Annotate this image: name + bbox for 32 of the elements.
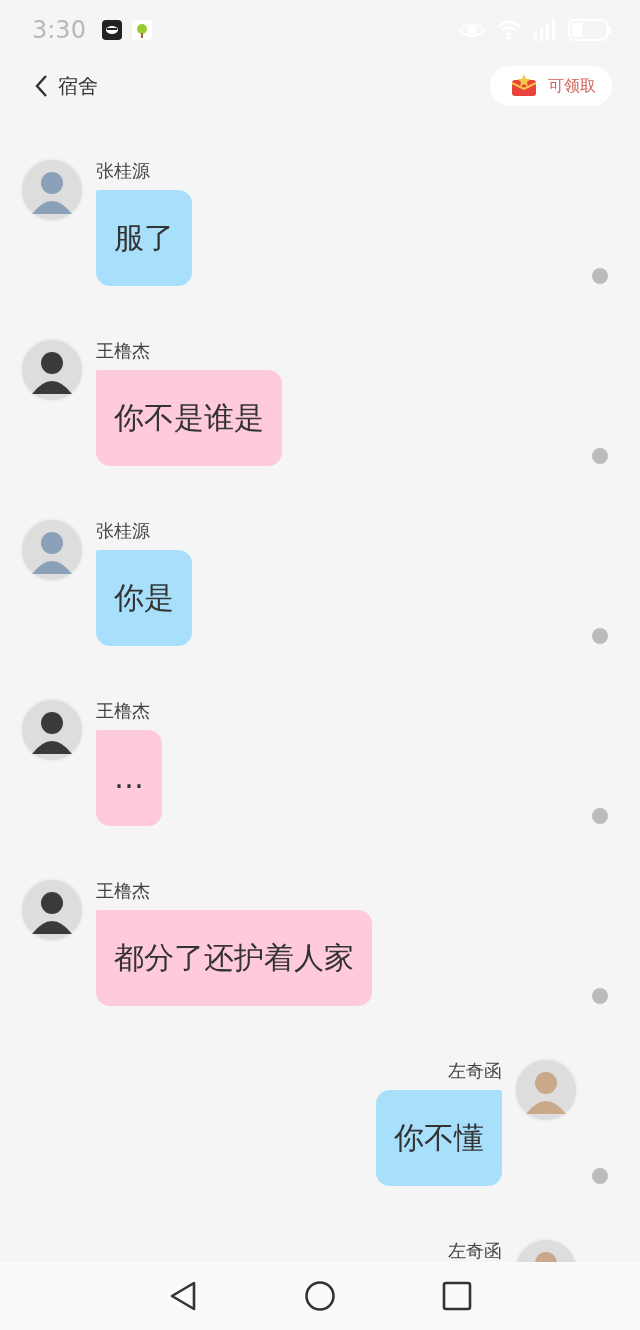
reward-button[interactable]: 可领取 <box>490 66 612 106</box>
status-dot <box>592 1168 608 1184</box>
app-notification-icon <box>101 20 122 40</box>
sender-name: 王橹杰 <box>96 700 150 722</box>
message-bubble[interactable]: 你不是谁是 <box>96 370 282 466</box>
message-bubble[interactable]: 你是 <box>96 550 192 646</box>
avatar[interactable] <box>20 698 84 762</box>
sender-name: 王橹杰 <box>96 340 150 362</box>
avatar[interactable] <box>20 338 84 402</box>
message-bubble[interactable]: 你不懂 <box>376 1090 502 1186</box>
status-dot <box>592 628 608 644</box>
chevron-left-icon <box>34 74 48 98</box>
message-bubble[interactable]: 都分了还护着人家 <box>96 910 372 1006</box>
message-bubble[interactable]: 服了 <box>96 190 192 286</box>
back-nav-icon[interactable] <box>168 1280 198 1312</box>
status-dot <box>592 988 608 1004</box>
avatar[interactable] <box>20 878 84 942</box>
message-bubble[interactable]: … <box>96 730 162 826</box>
sender-name: 左奇函 <box>448 1060 502 1082</box>
recents-nav-icon[interactable] <box>442 1281 472 1311</box>
status-dot <box>592 448 608 464</box>
status-dot <box>592 808 608 824</box>
back-button[interactable]: 宿舍 <box>34 72 98 100</box>
status-time: 3:30 <box>32 16 86 44</box>
sender-name: 张桂源 <box>96 520 150 542</box>
sender-name: 张桂源 <box>96 160 150 182</box>
gift-icon <box>510 74 538 98</box>
home-nav-icon[interactable] <box>304 1280 336 1312</box>
sender-name: 左奇函 <box>448 1240 502 1262</box>
status-dot <box>592 268 608 284</box>
app-notification-icon <box>131 20 152 40</box>
sender-name: 王橹杰 <box>96 880 150 902</box>
